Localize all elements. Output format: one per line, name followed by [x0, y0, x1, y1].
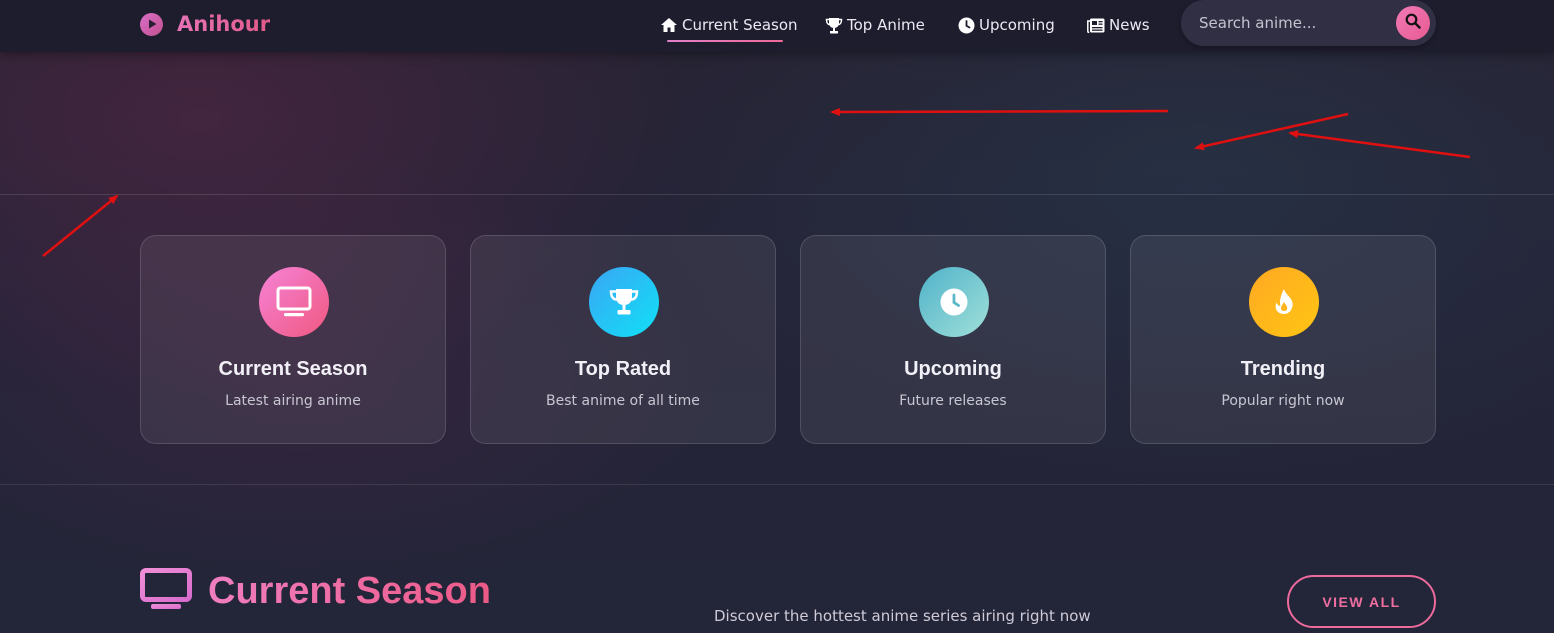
section-description: Discover the hottest anime series airing…: [714, 607, 1091, 625]
tv-icon: [140, 568, 192, 614]
divider: [0, 194, 1554, 195]
nav-label: News: [1109, 16, 1150, 34]
card-title: Current Season: [218, 358, 368, 380]
logo[interactable]: Anihour: [140, 11, 270, 37]
nav-label: Upcoming: [979, 16, 1055, 34]
tv-icon: [259, 267, 329, 337]
home-icon: [660, 16, 678, 34]
card-title: Trending: [1240, 358, 1326, 380]
nav-upcoming[interactable]: Upcoming: [957, 14, 1055, 36]
search-bar: [1181, 0, 1436, 46]
card-title: Top Rated: [574, 358, 672, 380]
card-subtitle: Future releases: [899, 393, 1007, 409]
section-title-text: Current Season: [208, 569, 491, 612]
card-title: Upcoming: [904, 358, 1002, 380]
hero-banner: [0, 52, 1554, 194]
search-input[interactable]: [1199, 12, 1399, 34]
divider: [0, 484, 1554, 485]
category-card-top-rated[interactable]: Top Rated Best anime of all time: [470, 235, 776, 444]
category-card-upcoming[interactable]: Upcoming Future releases: [800, 235, 1106, 444]
section-title: Current Season: [140, 567, 491, 615]
trophy-icon: [589, 267, 659, 337]
logo-text: Anihour: [177, 12, 271, 36]
search-icon: [1405, 13, 1421, 33]
active-nav-underline: [667, 40, 783, 42]
nav-current-season[interactable]: Current Season: [660, 14, 798, 36]
nav-top-anime[interactable]: Top Anime: [825, 14, 925, 36]
card-subtitle: Best anime of all time: [546, 393, 700, 409]
category-card-trending[interactable]: Trending Popular right now: [1130, 235, 1436, 444]
trophy-icon: [825, 16, 843, 34]
navbar: Anihour Current Season Top Anime Upcomin…: [0, 0, 1554, 52]
clock-icon: [919, 267, 989, 337]
nav-label: Current Season: [682, 16, 798, 34]
clock-icon: [957, 16, 975, 34]
nav-news[interactable]: News: [1087, 14, 1150, 36]
nav-label: Top Anime: [847, 16, 925, 34]
category-card-current-season[interactable]: Current Season Latest airing anime: [140, 235, 446, 444]
card-subtitle: Popular right now: [1221, 393, 1345, 409]
card-subtitle: Latest airing anime: [225, 393, 361, 409]
search-button[interactable]: [1396, 6, 1430, 40]
fire-icon: [1249, 267, 1319, 337]
play-icon: [140, 12, 163, 36]
view-all-button[interactable]: VIEW ALL: [1287, 575, 1436, 628]
newspaper-icon: [1087, 16, 1105, 34]
